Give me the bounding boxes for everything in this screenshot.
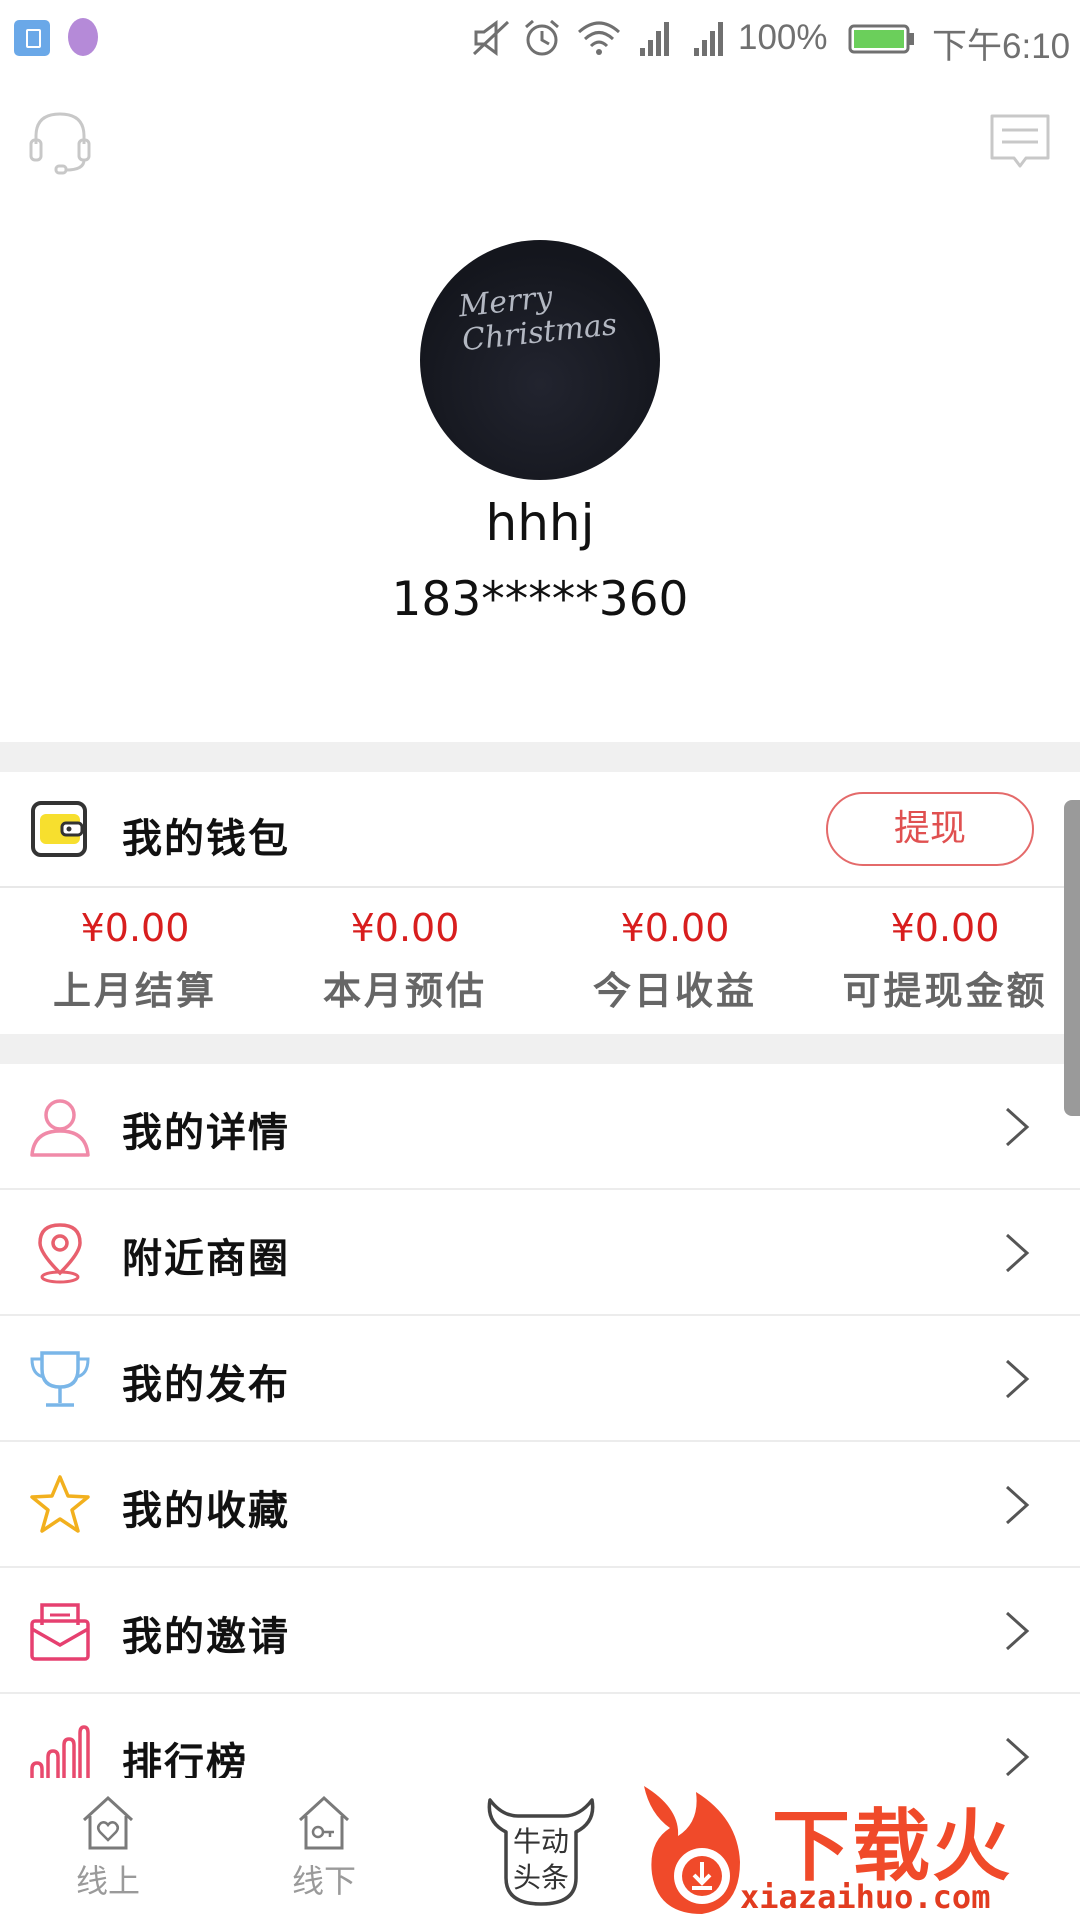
nav-headlines[interactable]: 牛动头条 bbox=[476, 1782, 606, 1912]
stat-this-month[interactable]: ¥0.00 本月预估 bbox=[270, 906, 540, 1015]
avatar[interactable]: Merry Christmas bbox=[420, 240, 660, 480]
stat-value: ¥0.00 bbox=[80, 906, 190, 950]
watermark-url: xiazaihuo.com bbox=[740, 1878, 991, 1916]
home-heart-icon bbox=[82, 1795, 134, 1850]
menu-item-nearby-business[interactable]: 附近商圈 bbox=[0, 1190, 1080, 1316]
menu-item-my-favorites[interactable]: 我的收藏 bbox=[0, 1442, 1080, 1568]
stat-label: 上月结算 bbox=[52, 968, 217, 1013]
menu-item-my-posts[interactable]: 我的发布 bbox=[0, 1316, 1080, 1442]
customer-service-headset-icon[interactable] bbox=[28, 110, 92, 176]
signal-icon-1 bbox=[640, 22, 669, 56]
message-icon[interactable] bbox=[988, 110, 1052, 174]
alarm-icon bbox=[525, 19, 559, 56]
mute-icon bbox=[472, 20, 510, 56]
signal-icon-2 bbox=[694, 22, 723, 56]
avatar-image-text: Merry Christmas bbox=[456, 279, 619, 359]
menu-label: 我的收藏 bbox=[122, 1487, 290, 1534]
wifi-icon bbox=[577, 21, 621, 55]
home-key-icon bbox=[298, 1795, 350, 1850]
star-icon bbox=[30, 1475, 90, 1533]
menu-label: 附近商圈 bbox=[122, 1235, 290, 1282]
menu-item-my-details[interactable]: 我的详情 bbox=[0, 1064, 1080, 1190]
status-bar: 100% 下午6:10 bbox=[0, 0, 1080, 78]
clock: 下午6:10 bbox=[932, 27, 1071, 66]
battery-icon bbox=[848, 24, 914, 54]
location-pin-icon bbox=[38, 1223, 82, 1284]
chevron-right-icon bbox=[1005, 1737, 1030, 1777]
chevron-right-icon bbox=[1005, 1233, 1030, 1273]
section-gap bbox=[0, 742, 1080, 772]
trophy-icon bbox=[30, 1351, 90, 1407]
nav-online[interactable]: 线上 bbox=[48, 1794, 168, 1902]
stat-label: 本月预估 bbox=[322, 968, 487, 1013]
wallet-label: 我的钱包 bbox=[122, 815, 290, 862]
username: hhhj bbox=[485, 494, 595, 552]
nav-label: 线下 bbox=[291, 1862, 356, 1900]
stat-label: 今日收益 bbox=[592, 968, 757, 1013]
menu-label: 我的发布 bbox=[122, 1361, 290, 1408]
app-notification-icon bbox=[14, 20, 50, 56]
scrollbar[interactable] bbox=[1064, 800, 1080, 1116]
menu-item-my-invitations[interactable]: 我的邀请 bbox=[0, 1568, 1080, 1694]
stat-last-month[interactable]: ¥0.00 上月结算 bbox=[0, 906, 270, 1015]
chevron-right-icon bbox=[1005, 1359, 1030, 1399]
stat-withdrawable[interactable]: ¥0.00 可提现金额 bbox=[810, 906, 1080, 1015]
nav-offline[interactable]: 线下 bbox=[264, 1794, 384, 1902]
person-icon bbox=[30, 1099, 90, 1157]
section-gap bbox=[0, 1034, 1080, 1064]
chevron-right-icon bbox=[1005, 1611, 1030, 1651]
nav-label: 线上 bbox=[75, 1862, 140, 1900]
stat-today[interactable]: ¥0.00 今日收益 bbox=[540, 906, 810, 1015]
app-notification-icon-2 bbox=[68, 18, 98, 56]
bar-ranking-icon bbox=[30, 1725, 90, 1778]
nav-label: 牛动头条 bbox=[512, 1825, 569, 1894]
stat-label: 可提现金额 bbox=[842, 968, 1048, 1013]
battery-percent: 100% bbox=[738, 18, 828, 57]
menu-label: 排行榜 bbox=[122, 1739, 248, 1778]
phone-number: 183*****360 bbox=[391, 572, 689, 627]
divider bbox=[0, 886, 1080, 888]
chevron-right-icon bbox=[1005, 1485, 1030, 1525]
envelope-icon bbox=[30, 1603, 90, 1661]
menu-item-ranking[interactable]: 排行榜 bbox=[0, 1694, 1080, 1778]
withdraw-button[interactable]: 提现 bbox=[826, 792, 1034, 866]
stat-value: ¥0.00 bbox=[620, 906, 730, 950]
menu-label: 我的详情 bbox=[122, 1109, 290, 1156]
menu-label: 我的邀请 bbox=[122, 1613, 290, 1660]
chevron-right-icon bbox=[1005, 1107, 1030, 1147]
watermark-logo: 下载火 xiazaihuo.com bbox=[640, 1782, 1080, 1920]
stat-value: ¥0.00 bbox=[350, 906, 460, 950]
wallet-icon bbox=[31, 801, 87, 857]
stat-value: ¥0.00 bbox=[890, 906, 1000, 950]
